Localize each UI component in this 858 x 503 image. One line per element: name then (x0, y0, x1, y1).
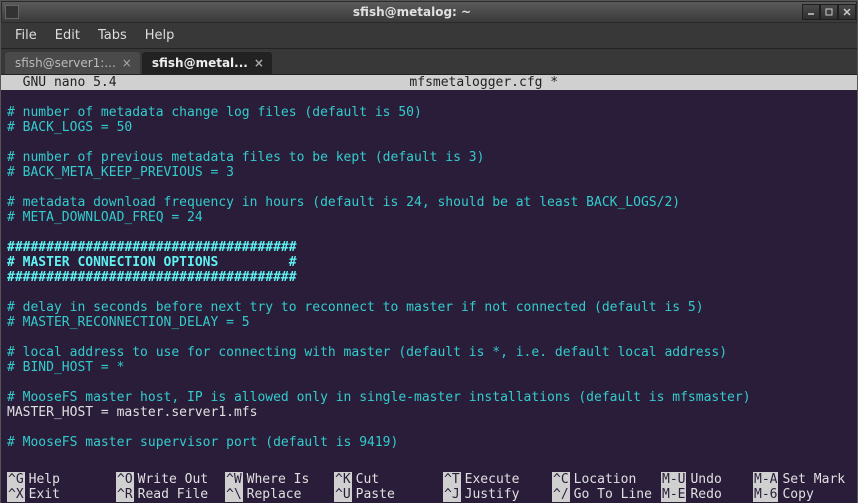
nano-filename: mfsmetalogger.cfg * (117, 75, 851, 90)
close-button[interactable] (838, 4, 856, 20)
maximize-button[interactable] (820, 4, 838, 20)
close-icon[interactable]: × (254, 56, 264, 70)
editor-line: # MASTER_RECONNECTION_DELAY = 5 (7, 315, 851, 330)
shortcut-justify: ^JJustify (443, 487, 552, 502)
tab-server1[interactable]: sfish@server1:... × (5, 52, 140, 74)
editor-line: # MooseFS master supervisor port (defaul… (7, 435, 851, 450)
editor-line: ##################################### (7, 240, 851, 255)
shortcut-paste: ^UPaste (334, 487, 443, 502)
editor-line: # local address to use for connecting wi… (7, 345, 851, 360)
nano-footer: ^GHelp ^OWrite Out ^WWhere Is ^KCut ^TEx… (1, 472, 857, 503)
menu-bar: File Edit Tabs Help (1, 23, 857, 49)
shortcut-whereis: ^WWhere Is (225, 472, 334, 487)
editor-line: # MASTER CONNECTION OPTIONS # (7, 255, 851, 270)
nano-header: GNU nano 5.4 mfsmetalogger.cfg * (1, 75, 857, 90)
shortcut-gotoline: ^/Go To Line (552, 487, 661, 502)
editor-line: # BACK_LOGS = 50 (7, 120, 851, 135)
tab-label: sfish@metal... (152, 56, 248, 70)
editor-line: # number of previous metadata files to b… (7, 150, 851, 165)
shortcut-help: ^GHelp (7, 472, 116, 487)
menu-file[interactable]: File (7, 25, 45, 46)
editor-line: # number of metadata change log files (d… (7, 105, 851, 120)
editor-line: # MooseFS master host, IP is allowed onl… (7, 390, 851, 405)
shortcut-undo: M-UUndo (661, 472, 753, 487)
terminal-area[interactable]: GNU nano 5.4 mfsmetalogger.cfg * # numbe… (1, 75, 857, 503)
minimize-button[interactable] (802, 4, 820, 20)
editor-body[interactable]: # number of metadata change log files (d… (1, 90, 857, 450)
shortcut-execute: ^TExecute (443, 472, 552, 487)
shortcut-replace: ^\Replace (225, 487, 334, 502)
editor-line: MASTER_HOST = master.server1.mfs (7, 405, 851, 420)
editor-line: # metadata download frequency in hours (… (7, 195, 851, 210)
shortcut-location: ^CLocation (552, 472, 661, 487)
window-titlebar: sfish@metalog: ~ (1, 1, 857, 23)
editor-line: ##################################### (7, 270, 851, 285)
editor-line: # BIND_HOST = * (7, 360, 851, 375)
nano-version: GNU nano 5.4 (1, 75, 117, 90)
tab-bar: sfish@server1:... × sfish@metal... × (1, 49, 857, 75)
editor-line: # delay in seconds before next try to re… (7, 300, 851, 315)
tab-metalog[interactable]: sfish@metal... × (142, 52, 272, 74)
shortcut-setmark: M-ASet Mark (753, 472, 857, 487)
shortcut-readfile: ^RRead File (116, 487, 225, 502)
menu-help[interactable]: Help (137, 25, 183, 46)
menu-edit[interactable]: Edit (47, 25, 88, 46)
tab-label: sfish@server1:... (15, 56, 116, 70)
menu-tabs[interactable]: Tabs (90, 25, 135, 46)
editor-line: # BACK_META_KEEP_PREVIOUS = 3 (7, 165, 851, 180)
shortcut-cut: ^KCut (334, 472, 443, 487)
editor-line: # META_DOWNLOAD_FREQ = 24 (7, 210, 851, 225)
window-icon (2, 5, 22, 19)
shortcut-copy: M-6Copy (753, 487, 857, 502)
close-icon[interactable]: × (122, 56, 132, 70)
shortcut-exit: ^XExit (7, 487, 116, 502)
shortcut-redo: M-ERedo (661, 487, 753, 502)
window-title: sfish@metalog: ~ (22, 5, 802, 19)
shortcut-writeout: ^OWrite Out (116, 472, 225, 487)
